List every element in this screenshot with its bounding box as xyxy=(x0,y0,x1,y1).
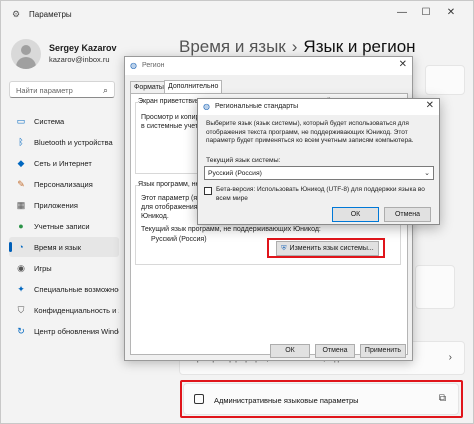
monitor-icon: ▭ xyxy=(16,116,26,126)
sidebar-item-label: Специальные возможности xyxy=(34,285,119,294)
avatar xyxy=(11,39,41,69)
beta-utf8-checkbox[interactable] xyxy=(204,187,212,195)
sidebar-item-label: Учетные записи xyxy=(34,222,90,231)
maximize-button[interactable]: ☐ xyxy=(417,6,435,20)
sidebar-item-label: Персонализация xyxy=(34,180,93,189)
chevron-right-icon: › xyxy=(448,352,452,363)
sidebar-item-personalization[interactable]: ✎ Персонализация xyxy=(9,174,119,194)
minimize-button[interactable]: — xyxy=(393,6,411,20)
accessibility-icon: ✦ xyxy=(17,284,25,294)
person-icon: ● xyxy=(18,221,24,231)
std-description: Выберите язык (язык системы), который бу… xyxy=(206,120,414,146)
current-program-lang-label: Текущий язык программ, не поддерживающих… xyxy=(141,226,321,233)
sidebar-item-privacy[interactable]: ⛉ Конфиденциальность и защита xyxy=(9,300,119,320)
wifi-icon: ◆ xyxy=(17,158,25,168)
system-lang-select[interactable]: Русский (Россия) ⌄ xyxy=(204,166,434,180)
search-box[interactable]: Найти параметр ⌕ xyxy=(9,81,115,98)
sidebar-item-label: Приложения xyxy=(34,201,78,210)
std-description-line: параметр будет применяться ко всем учетн… xyxy=(206,137,414,144)
sidebar-item-gaming[interactable]: ◉ Игры xyxy=(9,258,119,278)
bluetooth-icon: ᛒ xyxy=(18,137,24,147)
region-apply-button[interactable]: Применить xyxy=(360,344,406,358)
sidebar-item-time-language[interactable]: ◔ Время и язык xyxy=(9,237,119,257)
region-dialog-title: Регион xyxy=(142,62,165,69)
highlight-change-locale-button xyxy=(267,238,385,258)
beta-utf8-label-line: Бета-версия: Использовать Юникод (UTF-8)… xyxy=(216,186,425,193)
sidebar-item-bluetooth[interactable]: ᛒ Bluetooth и устройства xyxy=(9,132,119,152)
std-ok-button[interactable]: ОК xyxy=(332,207,379,222)
system-lang-value: Русский (Россия) xyxy=(208,170,262,177)
sidebar-item-label: Bluetooth и устройства xyxy=(34,138,113,147)
user-name: Sergey Kazarov xyxy=(49,43,117,53)
region-cancel-button[interactable]: Отмена xyxy=(315,344,355,358)
current-system-lang-label: Текущий язык системы: xyxy=(206,157,281,164)
std-cancel-button[interactable]: Отмена xyxy=(384,207,431,222)
settings-app-icon: ⚙ xyxy=(12,9,21,19)
search-icon: ⌕ xyxy=(102,85,108,95)
sidebar-item-windows-update[interactable]: ↻ Центр обновления Windows xyxy=(9,321,119,341)
region-globe-icon: ◍ xyxy=(130,61,137,70)
sidebar-item-network[interactable]: ◆ Сеть и Интернет xyxy=(9,153,119,173)
window-title: Параметры xyxy=(29,10,72,19)
user-email: kazarov@inbox.ru xyxy=(49,55,110,64)
update-icon: ↻ xyxy=(17,326,25,336)
card-stub[interactable] xyxy=(415,265,455,309)
std-description-line: отображения текста программ, не поддержи… xyxy=(206,128,408,136)
sidebar-item-label: Система xyxy=(34,117,65,126)
sidebar-item-label: Игры xyxy=(34,264,52,273)
gamepad-icon: ◉ xyxy=(17,263,25,273)
brush-icon: ✎ xyxy=(17,179,25,189)
card-stub[interactable] xyxy=(425,65,465,95)
breadcrumb-separator: › xyxy=(291,37,298,56)
std-dialog-title: Региональные стандарты xyxy=(215,103,299,110)
region-close-button[interactable]: ✕ xyxy=(399,59,407,70)
active-indicator xyxy=(9,242,12,252)
sidebar-item-label: Конфиденциальность и защита xyxy=(34,306,119,315)
apps-icon: ▦ xyxy=(16,200,26,210)
close-button[interactable]: ✕ xyxy=(442,6,460,20)
breadcrumb-parent[interactable]: Время и язык xyxy=(179,37,286,56)
tab-advanced[interactable]: Дополнительно xyxy=(164,80,223,94)
sidebar-item-accessibility[interactable]: ✦ Специальные возможности xyxy=(9,279,119,299)
sidebar-item-accounts[interactable]: ● Учетные записи xyxy=(9,216,119,236)
page-title: Язык и регион xyxy=(303,37,416,56)
sidebar-item-system[interactable]: ▭ Система xyxy=(9,111,119,131)
region-globe-icon: ◍ xyxy=(203,102,210,111)
sidebar-item-label: Сеть и Интернет xyxy=(34,159,92,168)
globe-clock-icon: ◔ xyxy=(18,242,24,252)
sidebar-item-label: Время и язык xyxy=(34,243,82,252)
non-unicode-text: Юникод. xyxy=(141,213,169,220)
std-close-button[interactable]: ✕ xyxy=(426,100,434,111)
std-dialog-titlebar: ◍ Региональные стандарты ✕ xyxy=(198,99,439,115)
region-dialog-titlebar: ◍ Регион ✕ xyxy=(125,57,412,75)
beta-utf8-label-line: всем мире xyxy=(216,194,248,202)
beta-utf8-label: Бета-версия: Использовать Юникод (UTF-8)… xyxy=(216,186,425,203)
regional-standards-dialog: ◍ Региональные стандарты ✕ Выберите язык… xyxy=(197,98,440,225)
search-placeholder: Найти параметр xyxy=(16,86,73,95)
sidebar-item-label: Центр обновления Windows xyxy=(34,327,119,336)
region-ok-button[interactable]: ОК xyxy=(270,344,310,358)
highlight-admin-card xyxy=(180,380,463,418)
chevron-down-icon: ⌄ xyxy=(424,170,430,177)
sidebar-item-apps[interactable]: ▦ Приложения xyxy=(9,195,119,215)
current-program-lang-value: Русский (Россия) xyxy=(151,236,207,243)
shield-icon: ⛉ xyxy=(17,305,25,315)
breadcrumb: Время и язык › Язык и регион xyxy=(179,37,416,57)
std-description-line: Выберите язык (язык системы), который бу… xyxy=(206,120,409,127)
title-bar: ⚙ Параметры — ☐ ✕ xyxy=(1,1,473,27)
